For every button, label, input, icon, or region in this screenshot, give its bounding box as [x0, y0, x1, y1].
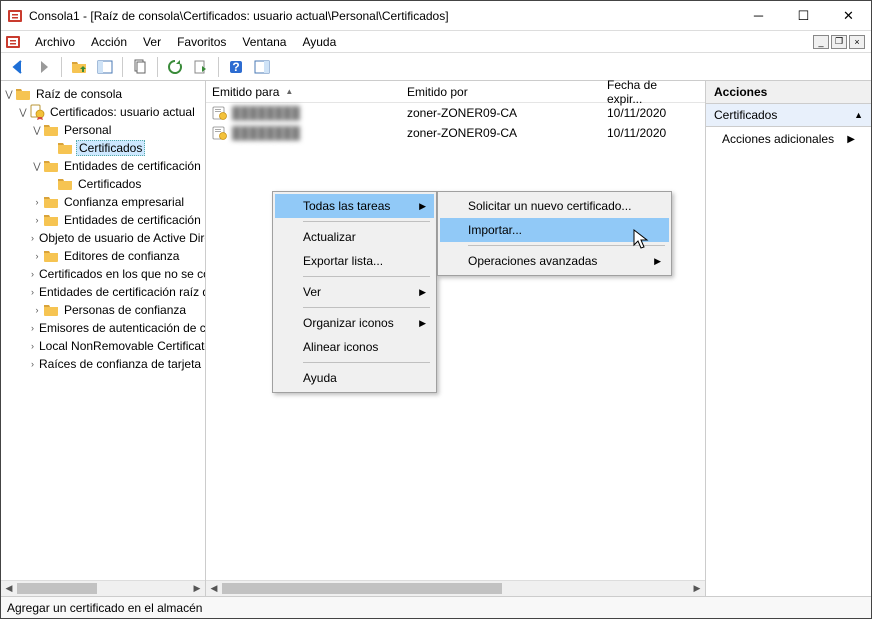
tree-node[interactable]: ›Entidades de certificación: [1, 211, 205, 229]
window-title: Consola1 - [Raíz de consola\Certificados…: [29, 9, 736, 23]
actions-section-certs[interactable]: Certificados ▲: [706, 104, 871, 127]
ctx-view[interactable]: Ver▶: [275, 280, 434, 304]
tree-root[interactable]: ⋁ Raíz de consola: [1, 85, 205, 103]
titlebar: Consola1 - [Raíz de consola\Certificados…: [1, 1, 871, 31]
cert-icon: [29, 104, 45, 120]
tree-node[interactable]: ›Editores de confianza: [1, 247, 205, 265]
menu-help[interactable]: Ayuda: [294, 33, 344, 51]
chevron-right-icon: ▶: [419, 201, 426, 212]
ctx-all-tasks[interactable]: Todas las tareas▶: [275, 194, 434, 218]
ctx-arrange-icons[interactable]: Organizar iconos▶: [275, 311, 434, 335]
ctx-import[interactable]: Importar...: [440, 218, 669, 242]
folder-icon: [15, 86, 31, 102]
cert-icon: [212, 125, 228, 141]
tree-node[interactable]: ›Certificados en los que no se confía: [1, 265, 205, 283]
up-button[interactable]: [68, 56, 90, 78]
show-hide-tree-button[interactable]: [94, 56, 116, 78]
list-row[interactable]: ████████zoner-ZONER09-CA10/11/2020: [206, 123, 705, 143]
refresh-button[interactable]: [164, 56, 186, 78]
status-text: Agregar un certificado en el almacén: [7, 601, 202, 615]
maximize-button[interactable]: ☐: [781, 1, 826, 30]
menu-window[interactable]: Ventana: [234, 33, 294, 51]
copy-button[interactable]: [129, 56, 151, 78]
tree-trusted-root-ca[interactable]: ⋁ Entidades de certificación: [1, 157, 205, 175]
toolbar: ?: [1, 53, 871, 81]
list-row[interactable]: ████████zoner-ZONER09-CA10/11/2020: [206, 103, 705, 123]
actions-header: Acciones: [706, 81, 871, 104]
list-scrollbar[interactable]: ◀▶: [206, 580, 705, 596]
col-issued-by[interactable]: Emitido por: [401, 81, 601, 102]
menu-view[interactable]: Ver: [135, 33, 169, 51]
svg-text:?: ?: [232, 60, 239, 74]
collapse-icon: ▲: [854, 110, 863, 120]
tree-node[interactable]: ›Confianza empresarial: [1, 193, 205, 211]
tree-node[interactable]: ›Objeto de usuario de Active Directory: [1, 229, 205, 247]
tree-pane: ⋁ Raíz de consola ⋁ Certificados: usuari…: [1, 81, 206, 596]
back-button[interactable]: [7, 56, 29, 78]
folder-icon: [57, 140, 73, 156]
ctx-help[interactable]: Ayuda: [275, 366, 434, 390]
context-menu: Todas las tareas▶ Actualizar Exportar li…: [272, 191, 437, 393]
menu-action[interactable]: Acción: [83, 33, 135, 51]
tree-scrollbar[interactable]: ◀▶: [1, 580, 205, 596]
help-button[interactable]: ?: [225, 56, 247, 78]
list-header: Emitido para▲ Emitido por Fecha de expir…: [206, 81, 705, 103]
tree-node[interactable]: ›Emisores de autenticación de cliente: [1, 319, 205, 337]
tree-cert-user[interactable]: ⋁ Certificados: usuario actual: [1, 103, 205, 121]
menu-favorites[interactable]: Favoritos: [169, 33, 234, 51]
app-icon: [7, 8, 23, 24]
tree-node[interactable]: ›Raíces de confianza de tarjeta intelige…: [1, 355, 205, 373]
tree-personal[interactable]: ⋁ Personal: [1, 121, 205, 139]
menu-file[interactable]: Archivo: [27, 33, 83, 51]
folder-icon: [43, 212, 59, 228]
statusbar: Agregar un certificado en el almacén: [1, 596, 871, 618]
context-submenu: Solicitar un nuevo certificado... Import…: [437, 191, 672, 276]
folder-icon: [57, 176, 73, 192]
col-issued-to[interactable]: Emitido para▲: [206, 81, 401, 102]
ctx-align-icons[interactable]: Alinear iconos: [275, 335, 434, 359]
tree-personal-certs[interactable]: Certificados: [1, 139, 205, 157]
actions-pane: Acciones Certificados ▲ Acciones adicion…: [706, 81, 871, 596]
forward-button[interactable]: [33, 56, 55, 78]
cert-icon: [212, 105, 228, 121]
ctx-request-cert[interactable]: Solicitar un nuevo certificado...: [440, 194, 669, 218]
folder-icon: [43, 158, 59, 174]
ctx-export-list[interactable]: Exportar lista...: [275, 249, 434, 273]
actions-pane-button[interactable]: [251, 56, 273, 78]
tree-node[interactable]: ›Entidades de certificación raíz de terc…: [1, 283, 205, 301]
chevron-right-icon: ▶: [419, 287, 426, 298]
minimize-button[interactable]: ─: [736, 1, 781, 30]
mdi-restore-button[interactable]: ❐: [831, 35, 847, 49]
tree-node[interactable]: ›Personas de confianza: [1, 301, 205, 319]
folder-icon: [43, 248, 59, 264]
tree-trusted-root-ca-certs[interactable]: Certificados: [1, 175, 205, 193]
col-expiration[interactable]: Fecha de expir...: [601, 81, 696, 102]
menubar: Archivo Acción Ver Favoritos Ventana Ayu…: [1, 31, 871, 53]
chevron-right-icon: ▶: [847, 134, 855, 145]
mdi-minimize-button[interactable]: _: [813, 35, 829, 49]
folder-icon: [43, 302, 59, 318]
actions-more[interactable]: Acciones adicionales ▶: [706, 127, 871, 151]
close-button[interactable]: ✕: [826, 1, 871, 30]
ctx-advanced-ops[interactable]: Operaciones avanzadas▶: [440, 249, 669, 273]
ctx-refresh[interactable]: Actualizar: [275, 225, 434, 249]
tree-node[interactable]: ›Local NonRemovable Certificates: [1, 337, 205, 355]
chevron-right-icon: ▶: [654, 256, 661, 267]
chevron-right-icon: ▶: [419, 318, 426, 329]
folder-icon: [43, 194, 59, 210]
folder-icon: [43, 122, 59, 138]
export-button[interactable]: [190, 56, 212, 78]
mdi-close-button[interactable]: ×: [849, 35, 865, 49]
doc-icon: [5, 34, 21, 50]
sort-asc-icon: ▲: [285, 87, 293, 96]
